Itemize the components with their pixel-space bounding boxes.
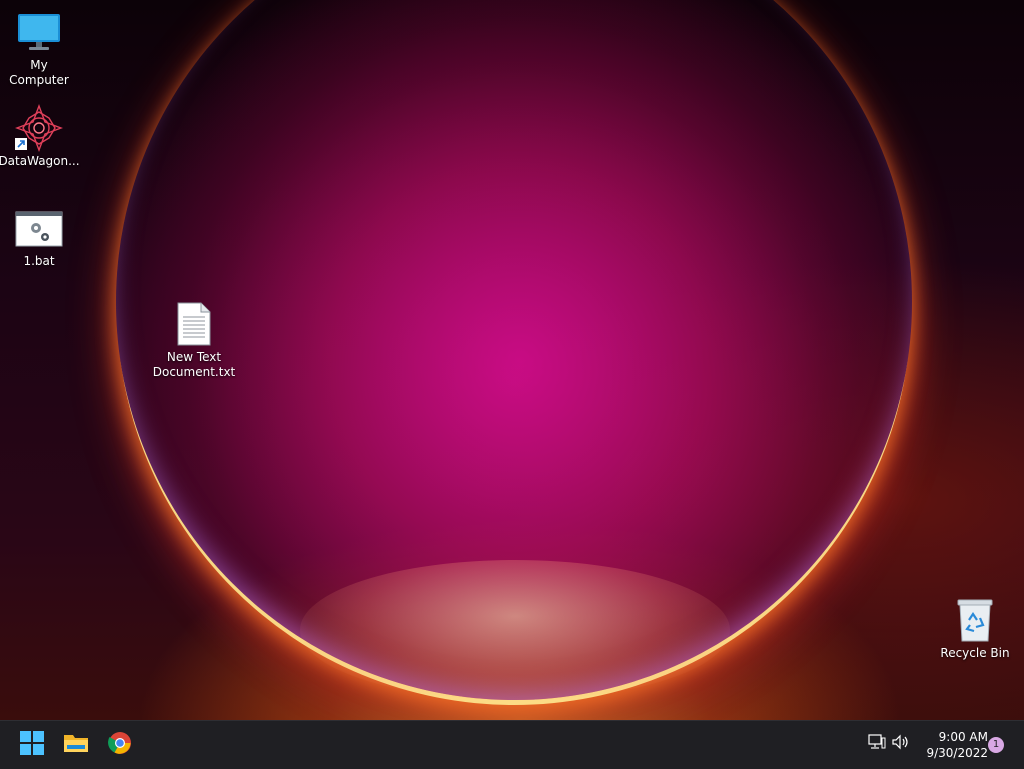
monitor-icon (15, 8, 63, 56)
datawagon-shortcut-icon (15, 104, 63, 152)
desktop-icon-label: Recycle Bin (940, 646, 1010, 660)
desktop-icon-label: DataWagon... (0, 154, 80, 168)
taskbar-clock[interactable]: 9:00 AM 9/30/2022 (918, 729, 988, 761)
desktop-icon-1-bat[interactable]: 1.bat (0, 204, 78, 269)
network-button[interactable] (866, 733, 888, 755)
recycle-bin-icon (951, 596, 999, 644)
wallpaper-glow (300, 560, 730, 700)
desktop-icon-new-text-document[interactable]: New Text Document.txt (152, 300, 236, 380)
volume-button[interactable] (890, 733, 912, 755)
volume-icon (892, 734, 910, 754)
clock-time: 9:00 AM (938, 730, 988, 744)
start-button[interactable] (12, 725, 52, 765)
chrome-button[interactable] (100, 725, 140, 765)
batch-file-icon (15, 204, 63, 252)
desktop-wallpaper[interactable]: My Computer DataWagon... 1.bat New Text … (0, 0, 1024, 720)
file-explorer-icon (63, 732, 89, 758)
desktop-icon-label: New Text Document.txt (152, 350, 236, 379)
chrome-icon (108, 731, 132, 759)
clock-date: 9/30/2022 (926, 746, 988, 760)
windows-start-icon (20, 731, 44, 759)
desktop-icon-datawagon[interactable]: DataWagon... (0, 104, 80, 169)
desktop-icon-recycle-bin[interactable]: Recycle Bin (936, 596, 1014, 661)
desktop-icon-label: 1.bat (23, 254, 55, 268)
desktop-icon-label: My Computer (9, 58, 69, 87)
text-file-icon (170, 300, 218, 348)
file-explorer-button[interactable] (56, 725, 96, 765)
desktop-icon-my-computer[interactable]: My Computer (0, 8, 78, 88)
network-icon (868, 734, 886, 754)
taskbar: 9:00 AM 9/30/2022 1 (0, 720, 1024, 769)
notification-badge[interactable]: 1 (988, 737, 1004, 753)
